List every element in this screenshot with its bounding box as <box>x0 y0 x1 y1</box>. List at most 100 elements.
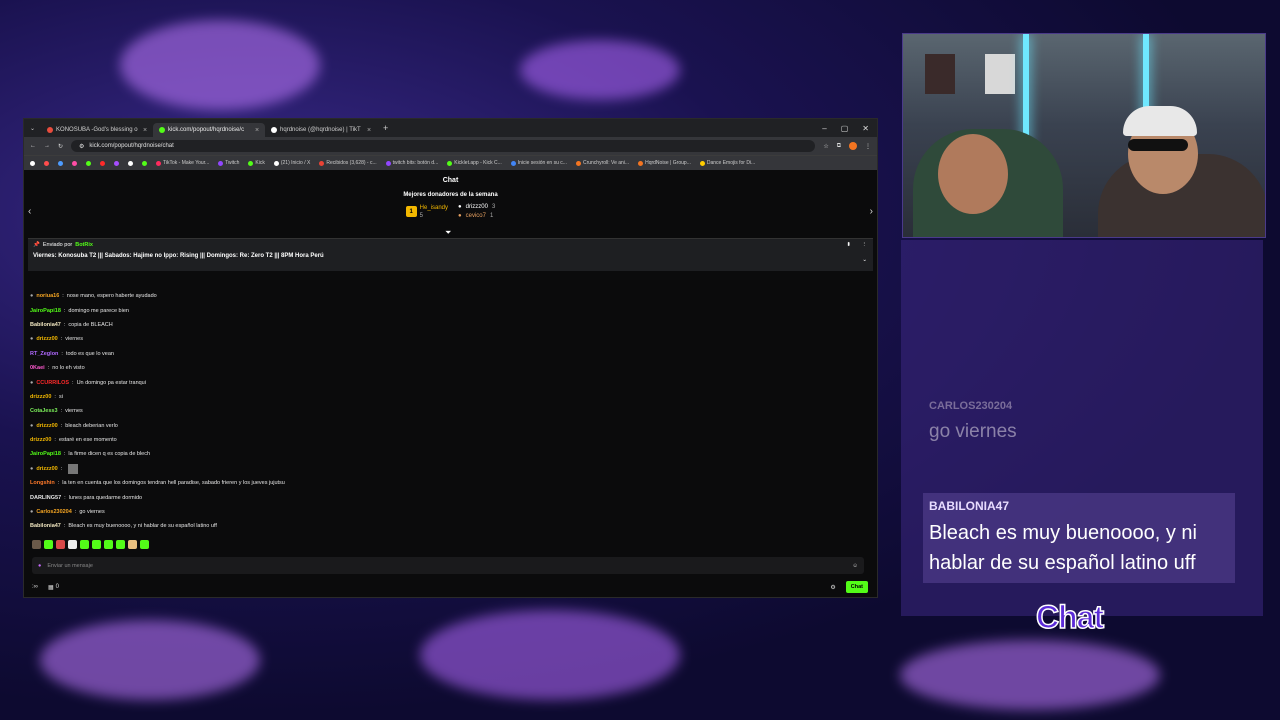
extensions-icon[interactable]: ⧉ <box>837 143 841 150</box>
background-swirl <box>120 20 320 110</box>
bookmark-app-icon[interactable] <box>44 160 49 166</box>
chat-username[interactable]: drizzz00 <box>36 423 57 429</box>
emote-icon[interactable] <box>92 540 101 549</box>
address-bar: ← → ↻ ⚙ kick.com/popout/hqrdnoise/chat ☆… <box>24 137 877 155</box>
new-tab-icon[interactable]: + <box>377 123 394 133</box>
chat-username[interactable]: drizzz00 <box>30 437 51 443</box>
close-window-icon[interactable]: ✕ <box>862 124 869 133</box>
emote-icon[interactable] <box>80 540 89 549</box>
chat-text: go viernes <box>79 509 105 516</box>
donor-amount: 3 <box>491 204 496 210</box>
bookmark-label: Inicie sesión en su c... <box>517 160 567 166</box>
emote-icon[interactable] <box>116 540 125 549</box>
bookmark-item[interactable]: TikTok - Make Your... <box>156 160 209 166</box>
bookmark-app-icon[interactable] <box>142 160 147 166</box>
emote-icon[interactable] <box>32 540 41 549</box>
url-field[interactable]: ⚙ kick.com/popout/hqrdnoise/chat <box>71 140 816 152</box>
badge-icon: ● <box>30 293 34 300</box>
chat-username[interactable]: 0Kaei <box>30 365 45 371</box>
bookmark-app-icon[interactable] <box>30 160 35 166</box>
chat-username[interactable]: JairoPapi18 <box>30 451 61 457</box>
chat-username[interactable]: DARLING57 <box>30 495 61 501</box>
chat-username[interactable]: drizzz00 <box>36 336 57 342</box>
tab-konosuba[interactable]: KONOSUBA -God's blessing o × <box>41 123 153 137</box>
chat-username[interactable]: Babilonia47 <box>30 523 61 529</box>
chat-username[interactable]: Longshin <box>30 480 55 486</box>
emote-icon[interactable] <box>68 540 77 549</box>
chevron-right-icon[interactable]: › <box>870 206 873 217</box>
separator: : <box>63 321 66 328</box>
bookmark-app-icon[interactable] <box>86 160 91 166</box>
donor-others: ● drizzz00 3 ● cevico7 1 <box>458 204 495 219</box>
close-icon[interactable]: × <box>255 127 259 134</box>
more-icon[interactable]: ⋮ <box>862 242 868 248</box>
gift-icon[interactable]: ▦ <box>48 584 54 591</box>
bookmark-item[interactable]: Kicklet.app - Kick C... <box>447 160 502 166</box>
chat-username[interactable]: drizzz00 <box>30 394 51 400</box>
send-chat-button[interactable]: Chat <box>845 581 868 593</box>
bookmark-item[interactable]: HqrdNoise | Group... <box>638 160 691 166</box>
profile-icon[interactable] <box>849 142 857 150</box>
bookmarks-bar: TikTok - Make Your... Twitch Kick (21) Inic… <box>24 155 877 170</box>
collapse-icon[interactable]: ⏷ <box>445 228 451 238</box>
close-icon[interactable]: × <box>367 127 371 134</box>
chat-input[interactable]: ● Enviar un mensaje ☺ <box>32 557 864 574</box>
background-swirl <box>520 40 680 100</box>
bookmark-app-icon[interactable] <box>128 160 133 166</box>
tab-kick-chat[interactable]: kick.com/popout/hqrdnoise/c × <box>153 123 266 137</box>
emote-icon[interactable] <box>56 540 65 549</box>
donors-title: Mejores donadores de la semana <box>403 192 498 198</box>
close-icon[interactable]: × <box>143 127 147 134</box>
bookmark-app-icon[interactable] <box>114 160 119 166</box>
bookmark-item[interactable]: Recibidos (3,628) - c... <box>319 160 377 166</box>
chevron-down-icon[interactable]: ⌄ <box>862 257 867 263</box>
bookmark-item[interactable]: (21) Inicio / X <box>273 160 310 166</box>
chat-username[interactable]: Babilonia47 <box>30 322 61 328</box>
separator: : <box>63 523 66 530</box>
bookmark-item[interactable]: Dance Emojis for Di... <box>699 160 755 166</box>
chat-username[interactable]: CCURRILOS <box>36 380 69 386</box>
youtube-icon <box>47 127 54 133</box>
minimize-icon[interactable]: – <box>822 124 826 133</box>
points-readout: :∞ <box>32 584 38 590</box>
separator: : <box>63 307 66 314</box>
bookmark-item[interactable]: twitch bits: botón d... <box>385 160 438 166</box>
bookmark-app-icon[interactable] <box>100 160 105 166</box>
bookmark-label: Recibidos (3,628) - c... <box>326 160 377 166</box>
chat-text: bleach deberian verlo <box>65 422 118 429</box>
emote-icon[interactable] <box>128 540 137 549</box>
chat-username[interactable]: drizzz00 <box>36 466 57 472</box>
chat-username[interactable]: noriua16 <box>36 293 59 299</box>
menu-icon[interactable]: ⋮ <box>865 143 871 150</box>
chat-username[interactable]: RT_Zeglon <box>30 351 58 357</box>
chat-logo: Chat <box>1035 598 1105 636</box>
bookmark-app-icon[interactable] <box>58 160 63 166</box>
bookmark-item[interactable]: Twitch <box>218 160 239 166</box>
chevron-left-icon[interactable]: ‹ <box>28 206 31 217</box>
emote-icon[interactable] <box>140 540 149 549</box>
bookmark-item[interactable]: Crunchyroll: Ve ani... <box>575 160 629 166</box>
unpin-icon[interactable]: ⬍ <box>846 242 851 248</box>
maximize-icon[interactable]: ▢ <box>841 124 849 133</box>
bookmark-item[interactable]: Kick <box>248 160 265 166</box>
reload-icon[interactable]: ↻ <box>58 143 63 150</box>
emote-icon[interactable] <box>44 540 53 549</box>
chat-text: no lo eh visto <box>52 365 85 372</box>
separator: : <box>74 509 77 516</box>
chat-username[interactable]: Carlos230204 <box>36 509 71 515</box>
forward-icon[interactable]: → <box>44 143 50 149</box>
streamer-left-head <box>938 134 1008 214</box>
settings-icon[interactable]: ⚙ <box>830 584 835 591</box>
back-icon[interactable]: ← <box>30 143 36 149</box>
emote-icon[interactable] <box>104 540 113 549</box>
chat-username[interactable]: CotaJess3 <box>30 408 58 414</box>
separator: : <box>47 365 50 372</box>
chat-username[interactable]: JairoPapi18 <box>30 308 61 314</box>
bookmark-item[interactable]: Inicie sesión en su c... <box>510 160 567 166</box>
emoji-icon[interactable]: ☺ <box>852 563 858 569</box>
bookmark-app-icon[interactable] <box>72 160 77 166</box>
tab-tiktok[interactable]: hqrdnoise (@hqrdnoise) | TikT × <box>265 123 377 137</box>
tab-menu-icon[interactable]: ⌄ <box>24 125 41 132</box>
star-icon[interactable]: ☆ <box>823 143 828 150</box>
mic-icon[interactable]: ● <box>38 563 41 569</box>
